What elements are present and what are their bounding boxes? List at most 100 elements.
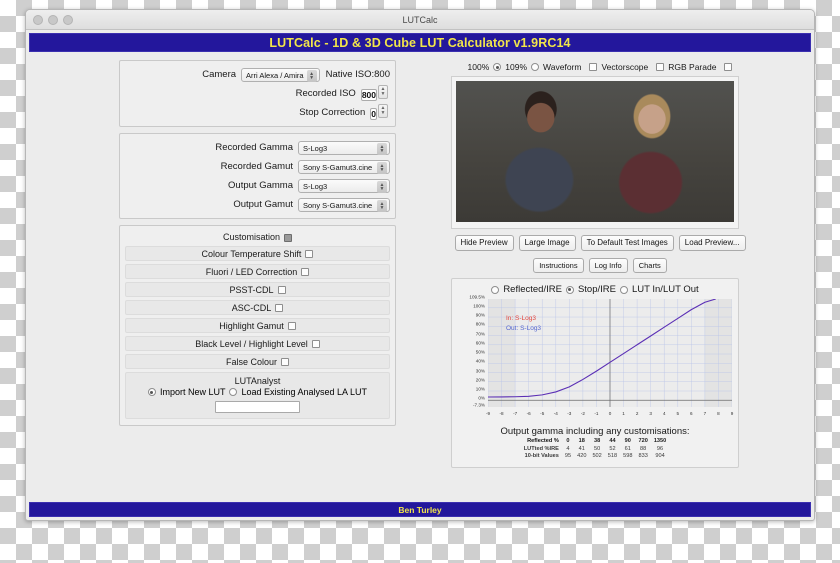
fluori-led-correction-checkbox[interactable]	[301, 267, 310, 276]
chart-y-tick: 20%	[475, 377, 485, 383]
hide-preview-button[interactable]: Hide Preview	[454, 235, 514, 251]
table-row-label: Reflected %	[527, 438, 559, 444]
chart-x-tick: 7	[703, 411, 707, 416]
table-cell: 41	[578, 445, 585, 452]
table-cell: 4	[566, 445, 570, 452]
waveform-radio[interactable]	[531, 63, 540, 71]
customisation-checkbox[interactable]	[284, 233, 293, 242]
psst-cdl-label: PSST-CDL	[229, 284, 274, 295]
chart-x-tick: -3	[567, 411, 572, 416]
table-cell: 38	[593, 438, 601, 444]
chart-annotation-in: In: S-Log3	[506, 315, 536, 322]
psst-cdl-checkbox[interactable]	[277, 285, 286, 294]
recorded-iso-row: Recorded ISO 800 ▲ ▼	[125, 84, 390, 103]
close-button[interactable]	[33, 15, 43, 25]
output-gamma-select[interactable]: S-Log3 ▲ ▼	[298, 178, 390, 193]
reflected-ire-radio[interactable]	[491, 285, 500, 294]
chevron-updown-icon: ▲ ▼	[377, 142, 387, 155]
chart-title: Output gamma including any customisation…	[500, 426, 690, 437]
load-existing-lut-radio[interactable]	[229, 388, 238, 396]
camera-row: Camera Arri Alexa / Amira ▲ ▼ Native ISO:…	[125, 67, 390, 82]
rgb-parade-extra-checkbox[interactable]	[724, 63, 733, 71]
table-cell: 50	[593, 445, 601, 452]
recorded-gamut-value: Sony S-Gamut3.cine	[303, 162, 373, 172]
tab-log-info[interactable]: Log Info	[588, 258, 628, 273]
load-preview-button[interactable]: Load Preview...	[678, 235, 746, 251]
chart-panel: Reflected/IRE Stop/IRE LUT In/LUT Out 10…	[451, 278, 739, 468]
lutanalyst-file-input[interactable]	[215, 401, 300, 413]
false-colour-checkbox[interactable]	[281, 357, 290, 366]
asc-cdl-checkbox[interactable]	[275, 303, 284, 312]
table-row: Reflected % 0 18 38 44 90 720 1350	[521, 438, 670, 446]
output-gamut-value: Sony S-Gamut3.cine	[303, 200, 373, 210]
tab-instructions[interactable]: Instructions	[533, 258, 584, 273]
row-fluori-led-correction[interactable]: Fluori / LED Correction	[125, 264, 390, 279]
stop-correction-spinner-icon[interactable]: ▲ ▼	[378, 103, 388, 118]
camera-select[interactable]: Arri Alexa / Amira ▲ ▼	[241, 67, 320, 82]
chart-x-tick: -8	[499, 411, 504, 416]
table-row-label: 10-bit Values	[524, 453, 559, 459]
black-highlight-level-checkbox[interactable]	[311, 339, 320, 348]
minimize-button[interactable]	[48, 15, 58, 25]
colour-temperature-shift-label: Colour Temperature Shift	[201, 248, 302, 259]
default-test-images-button[interactable]: To Default Test Images	[580, 235, 674, 251]
preview-panel	[451, 76, 739, 229]
chart-y-tick: 30%	[475, 368, 485, 373]
chart-y-tick: 0%	[478, 395, 485, 401]
vectorscope-checkbox[interactable]	[589, 63, 598, 71]
chart-x-tick: -7	[513, 411, 518, 416]
row-black-highlight-level[interactable]: Black Level / Highlight Level	[125, 336, 390, 351]
recorded-iso-spinner-icon[interactable]: ▲ ▼	[378, 84, 388, 99]
row-false-colour[interactable]: False Colour	[125, 354, 390, 369]
import-new-lut-label: Import New LUT	[159, 387, 226, 397]
output-gamut-select[interactable]: Sony S-Gamut3.cine ▲ ▼	[298, 197, 390, 212]
stop-correction-stepper[interactable]: 0 ▲ ▼	[370, 103, 388, 122]
tab-charts[interactable]: Charts	[632, 258, 667, 273]
false-colour-label: False Colour	[225, 356, 278, 367]
import-new-lut-radio[interactable]	[147, 388, 156, 396]
scale-109-radio[interactable]	[493, 63, 502, 71]
highlight-gamut-checkbox[interactable]	[287, 321, 296, 330]
table-cell: 720	[638, 438, 648, 444]
maximize-button[interactable]	[63, 15, 73, 25]
row-asc-cdl[interactable]: ASC-CDL	[125, 300, 390, 315]
gamma-gamut-panel: Recorded Gamma S-Log3 ▲ ▼ Recorded Gamut …	[119, 133, 396, 219]
colour-temperature-shift-checkbox[interactable]	[305, 249, 314, 258]
recorded-iso-stepper[interactable]: 800 ▲ ▼	[360, 84, 388, 103]
table-row: 10-bit Values 95 420 502 518 598 833 904	[521, 453, 670, 461]
row-highlight-gamut[interactable]: Highlight Gamut	[125, 318, 390, 333]
stop-ire-radio[interactable]	[565, 285, 574, 294]
chart-y-axis-labels: 109.5% 100% 90% 80% 70% 60% 50% 40% 30% 20% 10% 0% -…	[458, 295, 487, 408]
large-image-button[interactable]: Large Image	[518, 235, 576, 251]
table-cell: 90	[624, 438, 631, 444]
table-cell: 904	[655, 453, 665, 459]
app-window: LUTCalc LUTCalc - 1D & 3D Cube LUT Calcu…	[25, 9, 815, 521]
recorded-gamma-row: Recorded Gamma S-Log3 ▲ ▼	[125, 140, 390, 155]
chart-x-tick: 2	[635, 411, 639, 416]
customisation-panel: Customisation Colour Temperature Shift F…	[119, 225, 396, 426]
stop-correction-input[interactable]: 0	[370, 107, 377, 120]
row-psst-cdl[interactable]: PSST-CDL	[125, 282, 390, 297]
table-cell: 52	[609, 445, 616, 452]
output-gamma-value: S-Log3	[303, 181, 328, 191]
chart-x-tick: -6	[526, 411, 531, 416]
recorded-gamut-select[interactable]: Sony S-Gamut3.cine ▲ ▼	[298, 159, 390, 174]
customisation-title: Customisation	[222, 232, 281, 242]
table-cell: 61	[624, 445, 631, 452]
native-iso-label: Native ISO:800	[325, 69, 390, 80]
stop-correction-label: Stop Correction	[299, 107, 366, 118]
lut-in-lut-out-radio[interactable]	[619, 285, 628, 294]
tab-button-row: Instructions Log Info Charts	[451, 258, 749, 273]
chart-x-tick: 9	[730, 411, 734, 416]
window-controls[interactable]	[33, 15, 73, 25]
recorded-iso-input[interactable]: 800	[360, 88, 377, 101]
recorded-gamma-label: Recorded Gamma	[215, 142, 293, 153]
recorded-gamma-select[interactable]: S-Log3 ▲ ▼	[298, 140, 390, 155]
preview-test-image	[456, 81, 734, 222]
row-colour-temperature-shift[interactable]: Colour Temperature Shift	[125, 246, 390, 261]
rgb-parade-checkbox[interactable]	[656, 63, 665, 71]
table-cell: 598	[623, 453, 633, 459]
load-existing-lut-label: Load Existing Analysed LA LUT	[241, 387, 368, 397]
chart-x-tick: 1	[622, 411, 625, 416]
chart-annotation-out: Out: S-Log3	[506, 325, 542, 332]
